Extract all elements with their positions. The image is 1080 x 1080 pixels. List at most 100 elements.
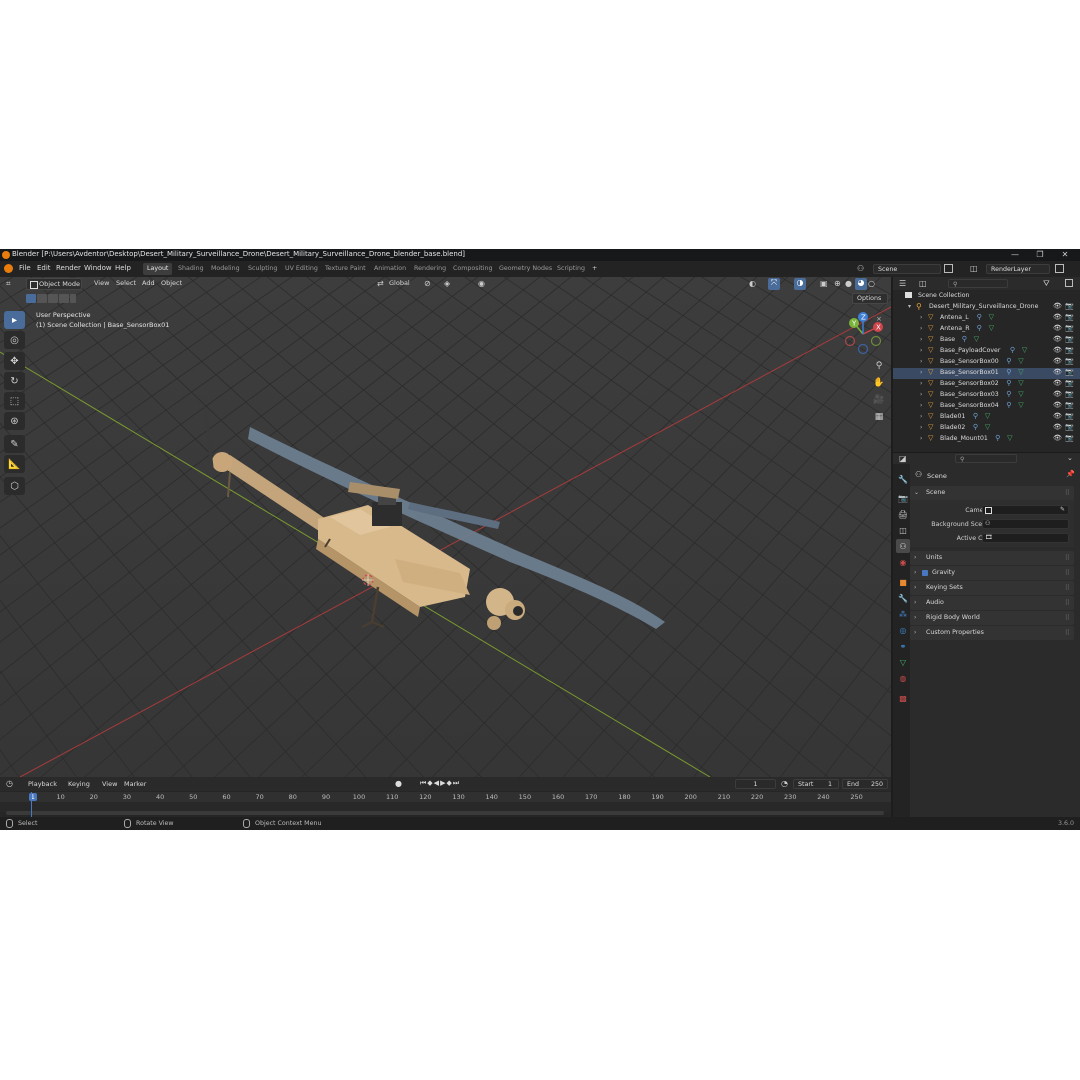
output-tab-icon[interactable]: 🖨 <box>896 507 910 521</box>
mesh-data-icon[interactable]: ▽ <box>1018 390 1023 398</box>
expand-arrow-icon[interactable]: › <box>920 391 922 398</box>
units-panel-header[interactable]: › Units ⠿ <box>910 551 1074 565</box>
mesh-data-icon[interactable]: ▽ <box>989 324 994 332</box>
timeline-menu-keying[interactable]: Keying <box>68 780 90 788</box>
eyedropper-icon[interactable]: ✎ <box>1060 506 1065 513</box>
outliner-row-object[interactable]: › ▽ Base_SensorBox02 ⚲ ▽ 👁 📷 <box>893 379 1080 390</box>
scene-tab-icon[interactable]: ⚇ <box>896 539 910 553</box>
outliner-row-object[interactable]: › ▽ Base_SensorBox00 ⚲ ▽ 👁 📷 <box>893 357 1080 368</box>
playback-controls[interactable]: ⏮◆◀▶◆⏭ <box>420 779 484 789</box>
viewport-menu-add[interactable]: Add <box>142 279 155 287</box>
mesh-data-icon[interactable]: ▽ <box>1022 346 1027 354</box>
outliner-row-object[interactable]: › ▽ Blade01 ⚲ ▽ 👁 📷 <box>893 412 1080 423</box>
filter-icon[interactable]: ⛛ <box>1043 279 1050 289</box>
outliner-search-field[interactable]: ⚲ <box>948 279 1008 288</box>
outliner-row-scene-collection[interactable]: Scene Collection <box>893 291 1080 302</box>
expand-arrow-icon[interactable]: › <box>920 325 922 332</box>
modifier-wrench-icon[interactable]: ⚲ <box>1006 390 1011 398</box>
visibility-eye-icon[interactable]: 👁 <box>1053 379 1062 387</box>
modifier-wrench-icon[interactable]: ⚲ <box>973 412 978 420</box>
tab-modeling[interactable]: Modeling <box>207 263 244 275</box>
expand-arrow-icon[interactable]: › <box>920 358 922 365</box>
texture-tab-icon[interactable]: ▩ <box>896 691 910 705</box>
clock-icon[interactable]: ◔ <box>781 779 791 789</box>
expand-arrow-icon[interactable]: › <box>920 347 922 354</box>
end-frame-field[interactable]: End 250 <box>842 779 888 789</box>
render-camera-icon[interactable]: 📷 <box>1065 357 1074 365</box>
modifier-wrench-icon[interactable]: ⚲ <box>995 434 1000 442</box>
solid-shading-icon[interactable]: ● <box>845 279 855 289</box>
menu-help[interactable]: Help <box>115 264 131 272</box>
timeline-menu-playback[interactable]: Playback <box>28 780 57 788</box>
menu-render[interactable]: Render <box>56 264 81 272</box>
tab-compositing[interactable]: Compositing <box>449 263 496 275</box>
panel-grip-icon[interactable]: ⠿ <box>1065 566 1070 580</box>
render-camera-icon[interactable]: 📷 <box>1065 379 1074 387</box>
annotate-tool[interactable]: ✎ <box>4 435 25 453</box>
viewport-menu-view[interactable]: View <box>94 279 109 287</box>
render-camera-icon[interactable]: 📷 <box>1065 302 1074 310</box>
visibility-eye-icon[interactable]: 👁 <box>1053 313 1062 321</box>
modifier-wrench-icon[interactable]: ⚲ <box>1010 346 1015 354</box>
panel-grip-icon[interactable]: ⠿ <box>1065 581 1070 595</box>
menu-window[interactable]: Window <box>84 264 112 272</box>
editor-type-icon[interactable]: ⌗ <box>6 279 20 289</box>
outliner-row-object[interactable]: › ▽ Blade_Mount01 ⚲ ▽ 👁 📷 <box>893 434 1080 445</box>
mesh-data-icon[interactable]: ▽ <box>1018 357 1023 365</box>
timeline-menu-view[interactable]: View <box>102 780 117 788</box>
expand-arrow-icon[interactable]: › <box>920 424 922 431</box>
mesh-data-icon[interactable]: ▽ <box>974 335 979 343</box>
tool-tab-icon[interactable]: 🔧 <box>896 472 910 486</box>
data-tab-icon[interactable]: ▽ <box>896 655 910 669</box>
expand-arrow-icon[interactable]: › <box>920 413 922 420</box>
select-intersect-icon[interactable] <box>70 294 76 303</box>
display-mode-icon[interactable]: ◫ <box>919 279 927 288</box>
expand-arrow-icon[interactable]: › <box>920 314 922 321</box>
modifier-wrench-icon[interactable]: ⚲ <box>1006 368 1011 376</box>
snap-icon[interactable]: ◈ <box>444 279 454 289</box>
cursor-tool[interactable]: ◎ <box>4 331 25 349</box>
select-box-tool[interactable]: ▸ <box>4 311 25 329</box>
tab-uv-editing[interactable]: UV Editing <box>281 263 322 275</box>
start-frame-field[interactable]: Start 1 <box>793 779 839 789</box>
render-camera-icon[interactable]: 📷 <box>1065 412 1074 420</box>
options-dropdown[interactable]: Options <box>852 293 888 304</box>
timeline-scrollbar[interactable] <box>6 811 884 815</box>
outliner-row-object[interactable]: › ▽ Base_SensorBox03 ⚲ ▽ 👁 📷 <box>893 390 1080 401</box>
scene-icon[interactable]: ⚇ <box>857 264 871 274</box>
mesh-data-icon[interactable]: ▽ <box>1018 368 1023 376</box>
material-shading-icon[interactable]: ◕ <box>855 278 867 290</box>
visibility-eye-icon[interactable]: 👁 <box>1053 324 1062 332</box>
visibility-icon[interactable]: ◐ <box>749 279 759 289</box>
visibility-eye-icon[interactable]: 👁 <box>1053 302 1062 310</box>
properties-search-field[interactable]: ⚲ <box>955 454 1017 463</box>
tab-layout[interactable]: Layout <box>143 263 173 275</box>
modifier-wrench-icon[interactable]: ⚲ <box>962 335 967 343</box>
transform-tool[interactable]: ⊛ <box>4 412 25 430</box>
tab-shading[interactable]: Shading <box>174 263 208 275</box>
select-new-icon[interactable] <box>26 294 36 303</box>
view-layer-tab-icon[interactable]: ◫ <box>896 523 910 537</box>
expand-arrow-icon[interactable]: › <box>920 336 922 343</box>
modifier-wrench-icon[interactable]: ⚲ <box>1006 379 1011 387</box>
panel-grip-icon[interactable]: ⠿ <box>1065 596 1070 610</box>
blender-menu-icon[interactable] <box>4 264 13 273</box>
outliner-row-object[interactable]: › ▽ Antena_L ⚲ ▽ 👁 📷 <box>893 313 1080 324</box>
visibility-eye-icon[interactable]: 👁 <box>1053 401 1062 409</box>
modifier-wrench-icon[interactable]: ⚲ <box>973 423 978 431</box>
view-layer-field[interactable]: RenderLayer <box>986 264 1050 274</box>
visibility-eye-icon[interactable]: 👁 <box>1053 412 1062 420</box>
mesh-data-icon[interactable]: ▽ <box>1007 434 1012 442</box>
properties-editor-icon[interactable]: ◪ <box>899 454 907 463</box>
menu-edit[interactable]: Edit <box>37 264 51 272</box>
outliner-row-object[interactable]: › ▽ Base ⚲ ▽ 👁 📷 <box>893 335 1080 346</box>
world-tab-icon[interactable]: ◉ <box>896 555 910 569</box>
outliner-row-collection[interactable]: ▾ ⚲ Desert_Military_Surveillance_Drone 👁… <box>893 302 1080 313</box>
particles-tab-icon[interactable]: ⁂ <box>896 607 910 621</box>
render-camera-icon[interactable]: 📷 <box>1065 434 1074 442</box>
record-icon[interactable]: ● <box>395 779 405 789</box>
modifier-wrench-icon[interactable]: ⚲ <box>977 313 982 321</box>
expand-arrow-icon[interactable]: › <box>920 380 922 387</box>
modifier-tab-icon[interactable]: 🔧 <box>896 591 910 605</box>
transform-orientation-dropdown[interactable]: Global <box>389 279 410 287</box>
